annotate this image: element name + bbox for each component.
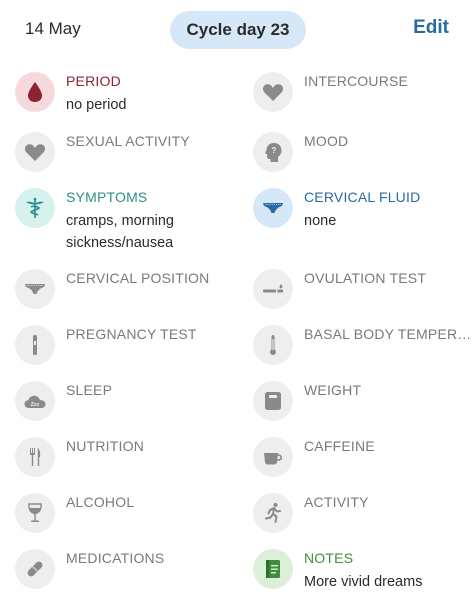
head-question-icon: ? xyxy=(253,132,293,172)
scale-icon xyxy=(253,381,293,421)
sleep-item[interactable]: Zzz SLEEP xyxy=(15,381,240,437)
sexual-activity-item[interactable]: SEXUAL ACTIVITY xyxy=(15,132,240,188)
blood-drop-icon xyxy=(15,72,55,112)
caduceus-icon xyxy=(15,188,55,228)
pregnancy-test-label: PREGNANCY TEST xyxy=(66,326,197,342)
caffeine-item[interactable]: CAFFEINE xyxy=(253,437,476,493)
pregnancy-test-item[interactable]: PREGNANCY TEST xyxy=(15,325,240,381)
caffeine-label: CAFFEINE xyxy=(304,438,375,454)
cloud-zzz-icon: Zzz xyxy=(15,381,55,421)
cervical-fluid-item[interactable]: CERVICAL FLUID none xyxy=(253,188,476,244)
wine-glass-icon xyxy=(15,493,55,533)
basal-body-temperature-item[interactable]: BASAL BODY TEMPER… xyxy=(253,325,476,381)
alcohol-item[interactable]: ALCOHOL xyxy=(15,493,240,549)
medications-item[interactable]: MEDICATIONS xyxy=(15,549,240,600)
symptoms-value: cramps, morning sickness/nausea xyxy=(66,213,174,251)
edit-button[interactable]: Edit xyxy=(413,17,449,39)
notepad-icon xyxy=(253,549,293,589)
ovulation-test-item[interactable]: OVULATION TEST xyxy=(253,269,476,325)
period-label: PERIOD xyxy=(66,73,121,89)
svg-text:?: ? xyxy=(272,146,277,155)
notes-value: More vivid dreams xyxy=(304,574,423,590)
fork-knife-icon xyxy=(15,437,55,477)
sleep-label: SLEEP xyxy=(66,382,113,398)
heart-icon xyxy=(253,72,293,112)
notes-item[interactable]: NOTES More vivid dreams xyxy=(253,549,476,600)
cervical-position-label: CERVICAL POSITION xyxy=(66,270,210,286)
cervical-fluid-value: none xyxy=(304,213,337,229)
underwear-icon xyxy=(253,188,293,228)
activity-item[interactable]: ACTIVITY xyxy=(253,493,476,549)
svg-text:Zzz: Zzz xyxy=(31,402,40,408)
thermometer-icon xyxy=(253,325,293,365)
header: 14 May Cycle day 23 Edit xyxy=(0,0,476,60)
basal-body-temperature-label: BASAL BODY TEMPER… xyxy=(304,326,472,342)
mood-item[interactable]: ? MOOD xyxy=(253,132,476,188)
runner-icon xyxy=(253,493,293,533)
sexual-activity-label: SEXUAL ACTIVITY xyxy=(66,133,190,149)
nutrition-label: NUTRITION xyxy=(66,438,145,454)
activity-label: ACTIVITY xyxy=(304,494,369,510)
weight-item[interactable]: WEIGHT xyxy=(253,381,476,437)
cervical-fluid-label: CERVICAL FLUID xyxy=(304,189,421,205)
alcohol-label: ALCOHOL xyxy=(66,494,135,510)
nutrition-item[interactable]: NUTRITION xyxy=(15,437,240,493)
symptoms-label: SYMPTOMS xyxy=(66,189,148,205)
notes-label: NOTES xyxy=(304,550,354,566)
intercourse-label: INTERCOURSE xyxy=(304,73,409,89)
cervical-position-item[interactable]: CERVICAL POSITION xyxy=(15,269,240,325)
period-value: no period xyxy=(66,97,127,113)
cycle-day-pill[interactable]: Cycle day 23 xyxy=(170,11,306,49)
underwear-icon xyxy=(15,269,55,309)
mood-label: MOOD xyxy=(304,133,349,149)
cup-icon xyxy=(253,437,293,477)
date-label[interactable]: 14 May xyxy=(25,19,81,39)
intercourse-item[interactable]: INTERCOURSE xyxy=(253,72,476,128)
pill-icon xyxy=(15,549,55,589)
symptoms-item[interactable]: SYMPTOMS cramps, morning sickness/nausea xyxy=(15,188,240,251)
test-stick-icon xyxy=(15,325,55,365)
test-strip-icon xyxy=(253,269,293,309)
heart-icon xyxy=(15,132,55,172)
medications-label: MEDICATIONS xyxy=(66,550,165,566)
ovulation-test-label: OVULATION TEST xyxy=(304,270,427,286)
period-item[interactable]: PERIOD no period xyxy=(15,72,240,128)
weight-label: WEIGHT xyxy=(304,382,362,398)
